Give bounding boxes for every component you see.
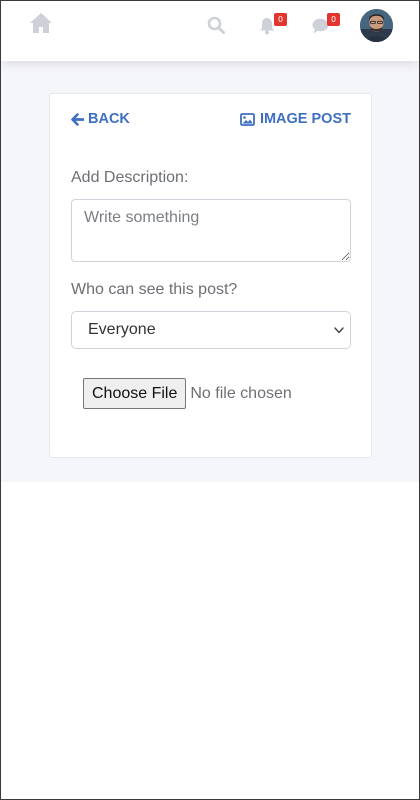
visibility-select[interactable]: Everyone (71, 311, 351, 349)
visibility-selected-value: Everyone (88, 321, 156, 338)
choose-file-button[interactable]: Choose File (83, 378, 187, 409)
screen: 0 0 BACK IMAGE POST Add Description: Wri… (1, 1, 419, 799)
create-post-card: BACK IMAGE POST Add Description: Who can… (49, 93, 372, 458)
avatar[interactable] (360, 9, 393, 42)
top-navbar: 0 0 (1, 1, 419, 61)
post-type-label: IMAGE POST (259, 111, 351, 127)
avatar-image (360, 9, 393, 42)
search-icon[interactable] (207, 16, 225, 34)
messages-count-badge: 0 (327, 13, 340, 26)
file-input: Choose File No file chosen (83, 378, 292, 409)
notifications-button[interactable]: 0 (259, 13, 289, 38)
home-icon[interactable] (29, 12, 53, 34)
notifications-count-badge: 0 (274, 13, 287, 26)
file-status-text: No file chosen (190, 384, 292, 402)
arrow-left-icon (71, 112, 84, 126)
description-textarea[interactable] (71, 199, 351, 262)
description-label: Add Description: (71, 169, 189, 186)
visibility-label: Who can see this post? (71, 281, 238, 298)
chevron-down-icon (334, 327, 344, 334)
back-label: BACK (88, 111, 130, 127)
bell-icon (260, 18, 274, 35)
image-icon (240, 112, 255, 126)
post-type-title: IMAGE POST (240, 111, 351, 127)
messages-button[interactable]: 0 (312, 13, 342, 38)
back-button[interactable]: BACK (71, 111, 130, 127)
